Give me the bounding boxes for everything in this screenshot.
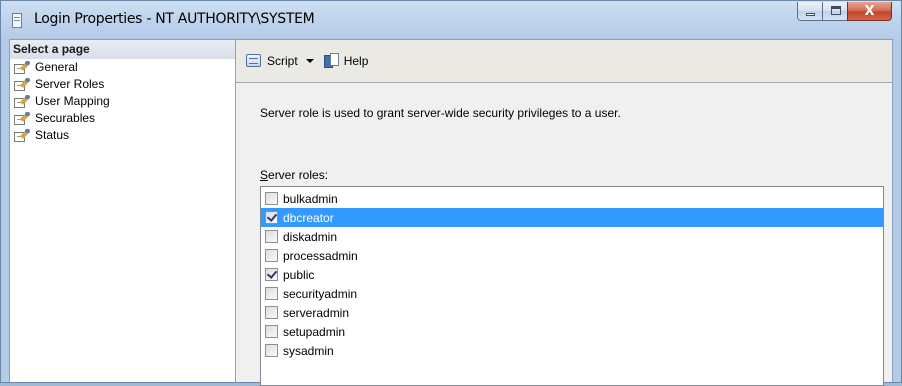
role-checkbox-public[interactable] — [265, 268, 278, 281]
script-dropdown-arrow-icon[interactable] — [305, 59, 314, 63]
script-button[interactable]: Script — [245, 50, 298, 72]
sidebar-item-securables[interactable]: Securables — [10, 110, 235, 127]
close-button[interactable]: X — [847, 2, 892, 21]
page-settings-icon — [14, 78, 30, 91]
role-checkbox-dbcreator[interactable] — [265, 211, 278, 224]
minimize-button[interactable] — [797, 2, 823, 21]
sidebar-item-label: Securables — [35, 111, 96, 125]
role-label: securityadmin — [283, 286, 358, 301]
role-checkbox-processadmin[interactable] — [265, 249, 278, 262]
toolbar: Script Help — [236, 40, 892, 83]
role-checkbox-securityadmin[interactable] — [265, 287, 278, 300]
page-settings-icon — [14, 112, 30, 125]
script-icon — [245, 53, 263, 69]
role-row-diskadmin[interactable]: diskadmin — [261, 227, 883, 246]
page-list: General Server Roles User Mapping Securable… — [10, 59, 235, 144]
role-label: serveradmin — [283, 305, 350, 320]
page-settings-icon — [14, 129, 30, 142]
role-row-sysadmin[interactable]: sysadmin — [261, 341, 883, 360]
sidebar-item-user-mapping[interactable]: User Mapping — [10, 93, 235, 110]
role-checkbox-setupadmin[interactable] — [265, 325, 278, 338]
maximize-button[interactable] — [822, 2, 848, 21]
caption-buttons: X — [797, 2, 892, 21]
role-label: processadmin — [283, 248, 358, 263]
title-bar[interactable]: Login Properties - NT AUTHORITY\SYSTEM X — [1, 1, 901, 39]
role-row-bulkadmin[interactable]: bulkadmin — [261, 189, 883, 208]
minimize-icon — [806, 13, 815, 16]
close-icon: X — [864, 4, 875, 19]
role-label: public — [283, 267, 315, 282]
sidebar-item-server-roles[interactable]: Server Roles — [10, 76, 235, 93]
role-checkbox-diskadmin[interactable] — [265, 230, 278, 243]
role-row-dbcreator[interactable]: dbcreator — [261, 208, 883, 227]
sidebar-item-general[interactable]: General — [10, 59, 235, 76]
role-checkbox-bulkadmin[interactable] — [265, 192, 278, 205]
role-row-public[interactable]: public — [261, 265, 883, 284]
dialog-client-area: Select a page General Server Roles User Ma… — [9, 39, 893, 386]
help-book-icon — [323, 53, 340, 69]
page-settings-icon — [14, 95, 30, 108]
server-roles-label-accelerator: S — [260, 168, 269, 182]
server-roles-label-text: erver roles: — [268, 168, 329, 182]
role-checkbox-sysadmin[interactable] — [265, 344, 278, 357]
page-settings-icon — [14, 61, 30, 74]
sidebar-item-label: Status — [35, 128, 70, 142]
page-selector: Select a page General Server Roles User Ma… — [10, 40, 236, 382]
page-description: Server role is used to grant server-wide… — [260, 106, 621, 120]
role-row-processadmin[interactable]: processadmin — [261, 246, 883, 265]
main-panel: Script Help Server role is used to grant… — [236, 40, 892, 386]
sidebar-item-label: General — [35, 60, 78, 74]
help-button[interactable]: Help — [323, 50, 369, 72]
maximize-icon — [831, 6, 841, 15]
server-roles-list[interactable]: bulkadmin dbcreator diskadmin processadmin p… — [260, 186, 884, 386]
server-roles-label: Server roles: — [260, 168, 328, 182]
role-label: sysadmin — [283, 343, 334, 358]
role-row-securityadmin[interactable]: securityadmin — [261, 284, 883, 303]
script-label: Script — [267, 54, 298, 68]
role-row-setupadmin[interactable]: setupadmin — [261, 322, 883, 341]
sidebar-item-label: User Mapping — [35, 94, 110, 108]
role-label: bulkadmin — [283, 191, 338, 206]
role-checkbox-serveradmin[interactable] — [265, 306, 278, 319]
help-label: Help — [343, 54, 369, 68]
role-label: setupadmin — [283, 324, 346, 339]
select-page-header: Select a page — [10, 40, 235, 59]
window-title: Login Properties - NT AUTHORITY\SYSTEM — [34, 11, 315, 27]
sidebar-item-status[interactable]: Status — [10, 127, 235, 144]
role-label: diskadmin — [283, 229, 338, 244]
server-roles-page: Server role is used to grant server-wide… — [236, 83, 892, 386]
role-row-serveradmin[interactable]: serveradmin — [261, 303, 883, 322]
window-icon[interactable] — [12, 13, 22, 28]
sidebar-item-label: Server Roles — [35, 77, 105, 91]
role-label: dbcreator — [283, 210, 334, 225]
login-properties-window: Login Properties - NT AUTHORITY\SYSTEM X… — [0, 0, 902, 386]
